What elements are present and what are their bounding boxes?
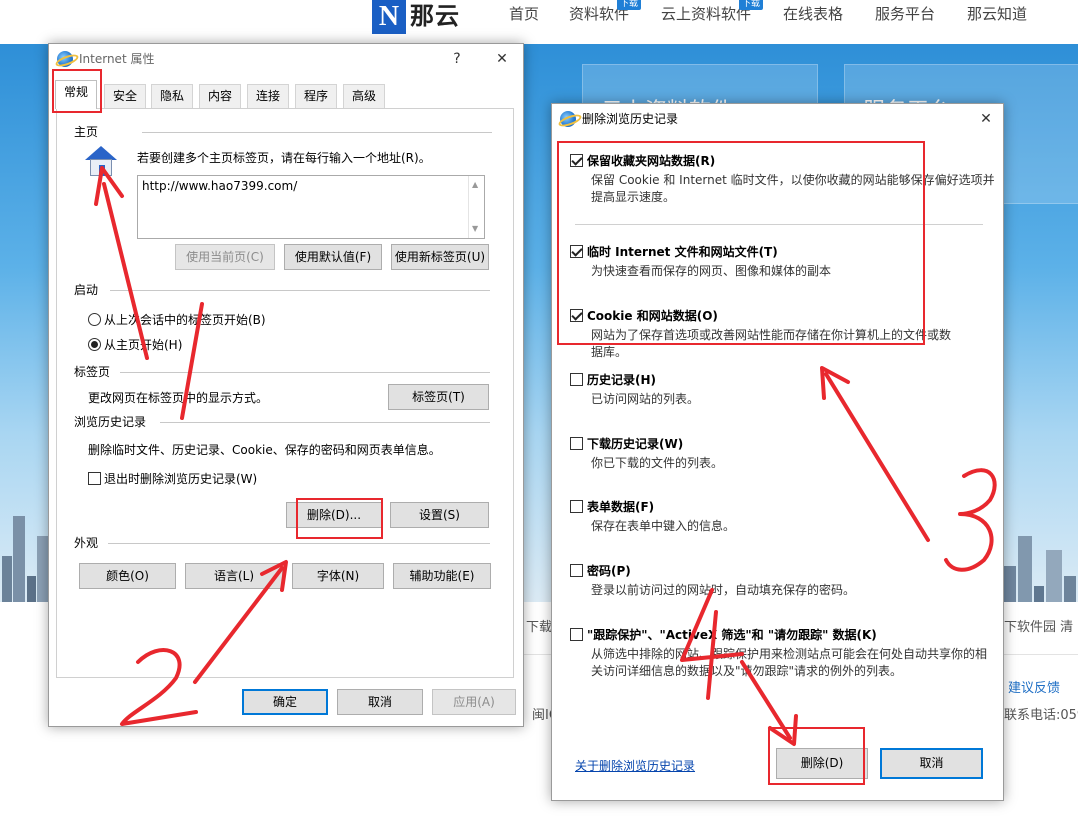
tab-privacy[interactable]: 隐私 [151,84,194,108]
section-appearance-label: 外观 [74,536,99,550]
cancel-delete-button[interactable]: 取消 [880,748,983,779]
section-startup-label: 启动 [74,283,99,297]
title-bar[interactable]: 删除浏览历史记录 ✕ [552,104,1003,134]
nav-home[interactable]: 首页 [509,4,539,24]
delete-option-label[interactable]: 表单数据(F) [587,499,654,515]
ie-icon [57,51,73,67]
tab-programs[interactable]: 程序 [295,84,338,108]
delete-option-checkbox[interactable] [570,564,583,577]
annotation-box-checked-items [557,141,925,345]
delete-option-desc: 已访问网站的列表。 [591,392,700,406]
history-desc: 删除临时文件、历史记录、Cookie、保存的密码和网页表单信息。 [88,443,441,457]
use-new-tab-button[interactable]: 使用新标签页(U) [391,244,489,270]
logo-letter: N [372,0,406,34]
colors-button[interactable]: 颜色(O) [79,563,176,589]
tabs-button[interactable]: 标签页(T) [388,384,489,410]
site-text: 下软件园 清 [1004,620,1074,635]
startup-last-session-radio[interactable] [88,313,101,326]
use-default-button[interactable]: 使用默认值(F) [284,244,382,270]
delete-option-desc: 保存在表单中键入的信息。 [591,519,736,533]
section-history-label: 浏览历史记录 [74,415,147,429]
startup-home-label[interactable]: 从主页开始(H) [104,337,182,353]
startup-last-session-label[interactable]: 从上次会话中的标签页开始(B) [104,312,266,328]
tab-content[interactable]: 内容 [199,84,242,108]
site-text: 联系电话:059 [1004,708,1078,723]
tab-general[interactable]: 常规 [55,80,98,109]
title-bar[interactable]: Internet 属性 ? ✕ [49,44,523,74]
nav-badge: 下载 [739,0,764,10]
cancel-button[interactable]: 取消 [337,689,423,715]
logo-text: 那云 [410,4,460,30]
ok-button[interactable]: 确定 [242,689,328,715]
use-current-button[interactable]: 使用当前页(C) [175,244,275,270]
nav-service[interactable]: 服务平台 [875,4,935,24]
close-button[interactable]: ✕ [972,107,1000,131]
help-button[interactable]: ? [443,47,471,71]
delete-option-desc: 登录以前访问过的网站时，自动填充保存的密码。 [591,583,856,597]
delete-option-checkbox[interactable] [570,373,583,386]
close-button[interactable]: ✕ [488,47,516,71]
feedback-link[interactable]: 建议反馈 [1008,677,1060,696]
nav-software[interactable]: 资料软件 下载 [569,0,642,24]
delete-on-exit-label[interactable]: 退出时删除浏览历史记录(W) [104,471,257,487]
site-text: 下载 [526,620,553,635]
tab-connections[interactable]: 连接 [247,84,290,108]
accessibility-button[interactable]: 辅助功能(E) [393,563,491,589]
delete-option-checkbox[interactable] [570,500,583,513]
annotation-box-delete-button [296,498,383,539]
section-tabs-label: 标签页 [74,365,111,379]
delete-option-label[interactable]: "跟踪保护"、"ActiveX 筛选"和 "请勿跟踪" 数据(K) [587,627,877,643]
window-title: Internet 属性 [79,52,155,66]
apply-button[interactable]: 应用(A) [432,689,516,715]
nav-cloud-software[interactable]: 云上资料软件 下载 [661,0,764,24]
nav-know[interactable]: 那云知道 [967,4,1027,24]
delete-option-label[interactable]: 历史记录(H) [587,372,656,388]
site-logo[interactable]: N 那云 [372,0,476,36]
section-home-label: 主页 [74,125,99,139]
site-header: N 那云 首页 资料软件 下载 云上资料软件 下载 在线表格 服务平台 那云知道 [0,0,1078,44]
languages-button[interactable]: 语言(L) [185,563,283,589]
nav-badge: 下载 [617,0,642,10]
delete-option-desc: 关访问详细信息的数据以及"请勿跟踪"请求的例外的列表。 [591,664,903,678]
about-delete-history-link[interactable]: 关于删除浏览历史记录 [575,757,695,774]
delete-option-desc: 据库。 [591,345,628,359]
tabs-desc: 更改网页在标签页中的显示方式。 [88,391,269,405]
delete-on-exit-checkbox[interactable] [88,472,101,485]
tab-advanced[interactable]: 高级 [343,84,386,108]
ie-icon [560,111,576,127]
fonts-button[interactable]: 字体(N) [292,563,384,589]
home-icon [84,146,118,178]
history-settings-button[interactable]: 设置(S) [390,502,489,528]
textarea-scrollbar[interactable] [468,176,484,238]
delete-option-label[interactable]: 下载历史记录(W) [587,436,683,452]
delete-option-desc: 你已下载的文件的列表。 [591,456,724,470]
delete-option-label[interactable]: 密码(P) [587,563,631,579]
delete-option-desc: 从筛选中排除的网站、跟踪保护用来检测站点可能会在何处自动共享你的相 [591,647,988,661]
annotation-box-confirm-delete [768,727,865,785]
window-title: 删除浏览历史记录 [582,112,679,126]
startup-home-radio[interactable] [88,338,101,351]
nav-online-sheet[interactable]: 在线表格 [783,4,843,24]
delete-option-checkbox[interactable] [570,628,583,641]
delete-option-checkbox[interactable] [570,437,583,450]
home-url-textarea[interactable]: http://www.hao7399.com/ [137,175,485,239]
home-url-value: http://www.hao7399.com/ [142,179,298,193]
home-desc: 若要创建多个主页标签页，请在每行输入一个地址(R)。 [137,151,431,165]
tab-security[interactable]: 安全 [104,84,147,108]
